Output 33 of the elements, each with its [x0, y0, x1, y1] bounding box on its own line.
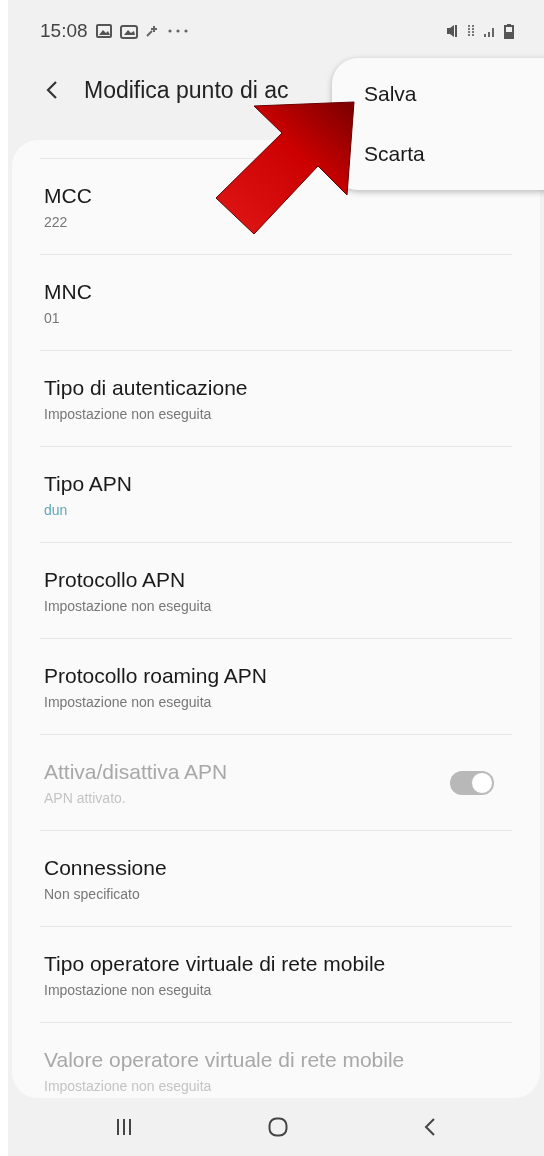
- back-icon: [46, 80, 58, 100]
- clock-time: 15:08: [40, 20, 88, 42]
- setting-value: Non specificato: [44, 885, 141, 902]
- recent-apps-icon: [116, 1118, 132, 1136]
- setting-title: Tipo operatore virtuale di rete mobile: [44, 951, 386, 976]
- setting-title: Tipo APN: [44, 471, 132, 496]
- more-dots-icon: [167, 29, 188, 33]
- battery-icon: [504, 23, 514, 39]
- setting-title: Connessione: [44, 855, 167, 880]
- back-icon: [424, 1117, 436, 1137]
- setting-title: MNC: [44, 279, 92, 304]
- home-icon: [268, 1117, 288, 1137]
- setting-value: dun: [44, 501, 69, 518]
- setting-value: 222: [44, 213, 69, 230]
- sparkle-icon: [145, 25, 160, 37]
- setting-title: Protocollo APN: [44, 567, 187, 592]
- picture-icon: [119, 23, 138, 39]
- setting-title: Valore operatore virtuale di rete mobile: [44, 1047, 405, 1072]
- setting-title: Tipo di autenticazione: [44, 375, 248, 400]
- setting-title: Attiva/disattiva APN: [44, 759, 228, 784]
- data-icon: [466, 24, 476, 38]
- setting-value: 01: [44, 309, 61, 326]
- setting-title: MCC: [44, 183, 92, 208]
- setting-value: Impostazione non eseguita: [44, 597, 212, 614]
- setting-value: Impostazione non eseguita: [44, 693, 213, 710]
- menu-item[interactable]: Salva: [364, 74, 417, 114]
- setting-value: Impostazione non eseguita: [44, 981, 213, 998]
- picture-icon: [95, 24, 112, 38]
- setting-title: Protocollo roaming APN: [44, 663, 267, 688]
- page-title: Modifica punto di ac: [84, 76, 289, 104]
- menu-item[interactable]: Scarta: [364, 134, 425, 174]
- setting-value: Impostazione non eseguita: [44, 405, 213, 422]
- mute-icon: [445, 24, 459, 38]
